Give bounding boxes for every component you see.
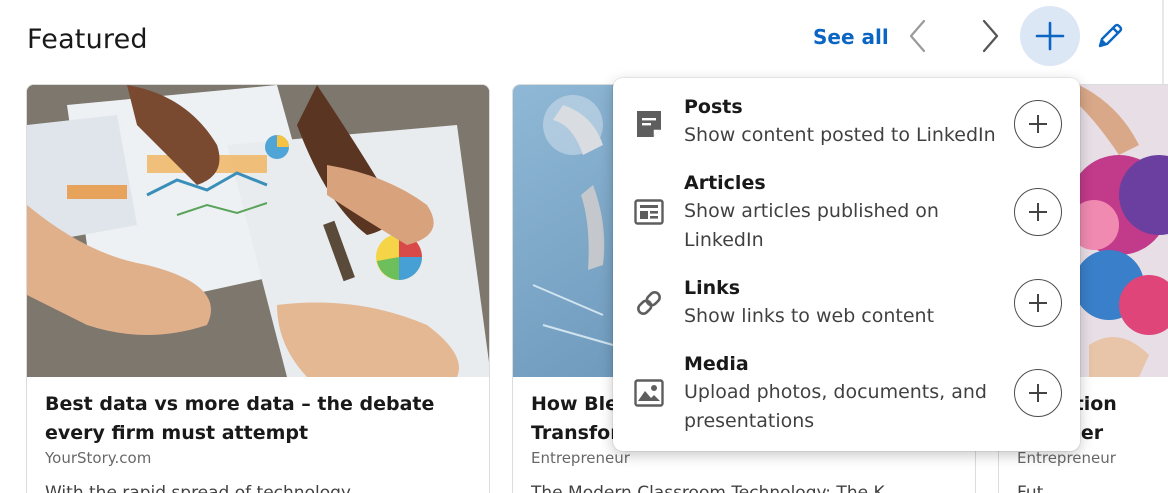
menu-item-description: Upload photos, documents, and presentati… xyxy=(684,381,987,432)
card-source: YourStory.com xyxy=(45,449,152,467)
featured-card[interactable]: Best data vs more data – the debate ever… xyxy=(26,84,490,493)
edit-featured-button[interactable] xyxy=(1090,16,1130,56)
see-all-link[interactable]: See all xyxy=(813,25,889,49)
add-media-button[interactable] xyxy=(1014,369,1062,417)
menu-item-media[interactable]: Media Upload photos, documents, and pres… xyxy=(613,353,1080,443)
plus-icon xyxy=(1029,203,1047,221)
post-icon xyxy=(633,108,665,140)
menu-item-description: Show links to web content xyxy=(684,305,935,327)
menu-item-articles[interactable]: Articles Show articles published on Link… xyxy=(613,172,1080,262)
menu-item-title: Media xyxy=(684,353,749,375)
card-snippet: The Modern Classroom Technology: The K xyxy=(531,483,885,493)
previous-button[interactable] xyxy=(898,16,938,56)
section-title: Featured xyxy=(27,24,148,55)
plus-icon xyxy=(1029,115,1047,133)
media-icon xyxy=(633,377,665,409)
link-icon xyxy=(633,287,665,319)
menu-item-title: Links xyxy=(684,277,741,299)
add-posts-button[interactable] xyxy=(1014,100,1062,148)
chevron-left-icon xyxy=(909,19,926,53)
plus-icon xyxy=(1029,384,1047,402)
add-featured-button[interactable] xyxy=(1020,6,1080,66)
add-articles-button[interactable] xyxy=(1014,188,1062,236)
article-icon xyxy=(633,196,665,228)
pencil-icon xyxy=(1098,23,1123,48)
card-snippet: With the rapid spread of technology xyxy=(45,483,351,493)
menu-item-title: Articles xyxy=(684,172,766,194)
add-links-button[interactable] xyxy=(1014,279,1062,327)
card-source: Entrepreneur xyxy=(531,449,630,467)
menu-item-description: Show content posted to LinkedIn xyxy=(684,124,996,146)
card-image-business-report xyxy=(27,85,489,377)
plus-icon xyxy=(1029,294,1047,312)
chevron-right-icon xyxy=(982,19,999,53)
menu-item-posts[interactable]: Posts Show content posted to LinkedIn xyxy=(613,96,1080,168)
card-source: Entrepreneur xyxy=(1017,449,1116,467)
next-button[interactable] xyxy=(970,16,1010,56)
menu-item-title: Posts xyxy=(684,96,743,118)
card-snippet: Fut xyxy=(1017,483,1044,493)
menu-item-description: Show articles published on LinkedIn xyxy=(684,200,939,251)
add-featured-dropdown: Posts Show content posted to LinkedIn Ar… xyxy=(613,78,1080,451)
menu-item-links[interactable]: Links Show links to web content xyxy=(613,277,1080,337)
featured-section: Featured See all Best data vs more data … xyxy=(0,0,1168,493)
plus-icon xyxy=(1035,21,1065,51)
card-title: Best data vs more data – the debate ever… xyxy=(45,393,435,444)
